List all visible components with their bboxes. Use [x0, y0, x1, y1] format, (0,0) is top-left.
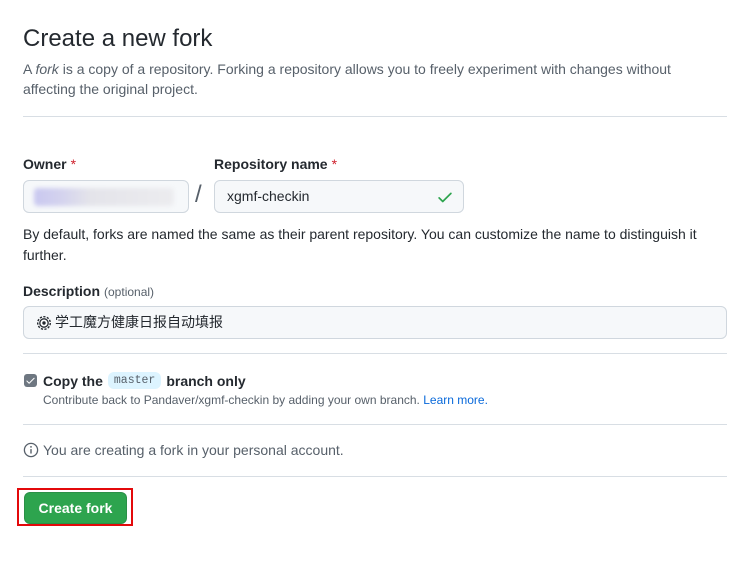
required-mark: *: [70, 156, 77, 172]
check-icon: [438, 192, 452, 203]
contribute-text: Contribute back to Pandaver/xgmf-checkin…: [43, 393, 420, 407]
contribute-note: Contribute back to Pandaver/xgmf-checkin…: [43, 393, 488, 407]
checkmark-icon: [26, 377, 35, 384]
repo-name-input[interactable]: xgmf-checkin: [214, 180, 464, 213]
copy-branch-checkbox[interactable]: [24, 374, 37, 387]
copy-branch-suffix: branch only: [166, 372, 246, 389]
repo-name-value: xgmf-checkin: [227, 188, 310, 204]
owner-label-text: Owner: [23, 156, 67, 172]
subtitle-rest: is a copy of a repository. Forking a rep…: [23, 61, 671, 97]
subtitle-emphasis: fork: [35, 61, 59, 77]
description-value: 学工魔方健康日报自动填报: [55, 314, 223, 330]
repo-name-label-text: Repository name: [214, 156, 328, 172]
optional-tag: (optional): [104, 285, 155, 299]
divider: [23, 116, 727, 117]
repo-name-label: Repository name *: [214, 156, 337, 172]
page-subtitle: A fork is a copy of a repository. Forkin…: [23, 59, 713, 99]
divider: [23, 424, 727, 425]
description-input[interactable]: 学工魔方健康日报自动填报: [23, 306, 727, 339]
gear-emoji-icon: [36, 315, 52, 330]
required-mark: *: [331, 156, 338, 172]
owner-label: Owner *: [23, 156, 76, 172]
repo-name-help: By default, forks are named the same as …: [23, 226, 697, 263]
owner-avatar-redacted: [34, 188, 174, 206]
copy-branch-prefix: Copy the: [43, 372, 103, 389]
owner-repo-separator: /: [195, 181, 202, 208]
branch-name-code: master: [107, 372, 162, 389]
copy-branch-label[interactable]: Copy the master branch only: [43, 372, 246, 389]
divider: [23, 353, 727, 354]
divider: [23, 476, 727, 477]
fork-info-text: You are creating a fork in your personal…: [43, 442, 344, 458]
learn-more-link[interactable]: Learn more.: [423, 393, 488, 407]
create-fork-button[interactable]: Create fork: [24, 492, 127, 524]
description-label: Description (optional): [23, 283, 154, 299]
subtitle-prefix: A: [23, 61, 36, 77]
description-label-text: Description: [23, 283, 101, 299]
fork-info-message: You are creating a fork in your personal…: [23, 442, 344, 458]
owner-select[interactable]: [23, 180, 189, 213]
page-title: Create a new fork: [23, 25, 213, 52]
info-icon: [23, 442, 39, 458]
